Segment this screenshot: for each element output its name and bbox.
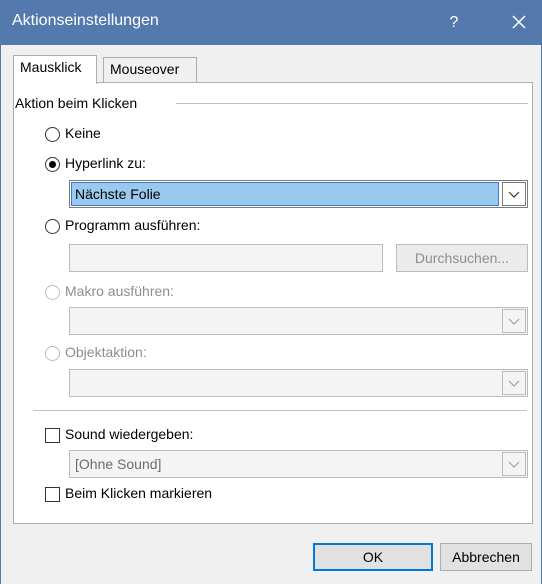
- tab-mouseover-label: Mouseover: [110, 61, 180, 77]
- radio-keine[interactable]: [45, 127, 60, 142]
- radio-hyperlink-label[interactable]: Hyperlink zu:: [65, 155, 146, 171]
- radio-makro-label[interactable]: Makro ausführen:: [65, 283, 174, 299]
- hyperlink-dropdown-value: Nächste Folie: [75, 186, 161, 202]
- sound-dropdown-value: [Ohne Sound]: [75, 456, 162, 472]
- close-button[interactable]: [496, 0, 542, 45]
- radio-hyperlink[interactable]: [45, 157, 60, 172]
- macro-dropdown[interactable]: [69, 307, 528, 335]
- cancel-button-label: Abbrechen: [452, 549, 520, 565]
- help-icon: ?: [449, 14, 459, 31]
- browse-button[interactable]: Durchsuchen...: [396, 244, 528, 272]
- radio-programm[interactable]: [45, 219, 60, 234]
- tab-mouseover[interactable]: Mouseover: [103, 57, 197, 82]
- object-action-dropdown-arrow[interactable]: [502, 371, 526, 395]
- sound-checkbox-label[interactable]: Sound wiedergeben:: [65, 426, 193, 442]
- chevron-down-icon: [508, 461, 520, 468]
- title-bar: Aktionseinstellungen ?: [0, 0, 542, 45]
- chevron-down-icon: [508, 380, 520, 387]
- macro-dropdown-arrow[interactable]: [502, 309, 526, 333]
- tab-mausklick-label: Mausklick: [20, 59, 82, 75]
- browse-button-label: Durchsuchen...: [414, 250, 510, 266]
- chevron-down-icon: [508, 191, 520, 198]
- group-divider: [176, 103, 528, 104]
- sound-dropdown[interactable]: [Ohne Sound]: [69, 450, 528, 478]
- program-path-input[interactable]: [69, 244, 383, 272]
- radio-objektaktion[interactable]: [45, 346, 60, 361]
- object-action-dropdown[interactable]: [69, 369, 528, 397]
- close-icon: [512, 15, 526, 29]
- hyperlink-dropdown[interactable]: Nächste Folie: [69, 180, 528, 208]
- ok-button[interactable]: OK: [313, 543, 433, 571]
- radio-keine-label[interactable]: Keine: [65, 125, 101, 141]
- help-button[interactable]: ?: [432, 0, 476, 45]
- separator: [33, 410, 527, 411]
- hyperlink-dropdown-arrow[interactable]: [502, 182, 526, 206]
- highlight-checkbox[interactable]: [45, 487, 60, 502]
- chevron-down-icon: [508, 318, 520, 325]
- radio-objektaktion-label[interactable]: Objektaktion:: [65, 344, 147, 360]
- window-border-left: [0, 45, 1, 584]
- radio-makro[interactable]: [45, 285, 60, 300]
- window-title: Aktionseinstellungen: [12, 12, 159, 29]
- ok-button-label: OK: [362, 549, 384, 565]
- highlight-checkbox-label[interactable]: Beim Klicken markieren: [65, 485, 212, 501]
- sound-checkbox[interactable]: [45, 428, 60, 443]
- tab-mausklick[interactable]: Mausklick: [13, 55, 97, 84]
- action-group-label: Aktion beim Klicken: [15, 95, 138, 111]
- sound-dropdown-arrow[interactable]: [502, 452, 526, 476]
- radio-programm-label[interactable]: Programm ausführen:: [65, 217, 200, 233]
- cancel-button[interactable]: Abbrechen: [440, 543, 532, 571]
